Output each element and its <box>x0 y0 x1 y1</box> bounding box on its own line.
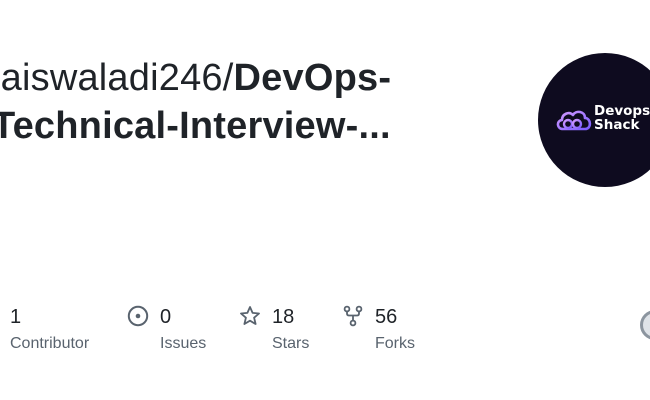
stat-issues[interactable]: 0 Issues <box>127 300 237 360</box>
repo-logo: Devops Shack <box>538 53 650 187</box>
forks-count: 56 <box>375 306 398 328</box>
repo-forked-icon <box>343 305 363 327</box>
stat-forks[interactable]: 56 Forks <box>342 300 452 360</box>
forks-label: Forks <box>375 335 415 352</box>
repo-name-part-2[interactable]: Technical-Interview-... <box>0 102 512 150</box>
repo-title[interactable]: jaiswaladi246/DevOps- Technical-Intervie… <box>0 54 512 150</box>
contributors-label: Contributor <box>10 335 90 352</box>
stat-contributors[interactable]: 1 Contributor <box>10 300 120 360</box>
stat-stars[interactable]: 18 Stars <box>239 300 349 360</box>
repo-owner[interactable]: jaiswaladi246/ <box>0 57 234 99</box>
stars-count: 18 <box>272 306 295 328</box>
stars-label: Stars <box>272 335 310 352</box>
logo-text-line-2: Shack <box>594 117 640 133</box>
star-icon <box>240 306 260 325</box>
repo-title-line-1: jaiswaladi246/DevOps- <box>0 54 512 102</box>
issue-opened-icon <box>127 305 149 327</box>
issues-label: Issues <box>160 335 207 352</box>
contributors-count: 1 <box>10 306 22 328</box>
repo-name-part-1[interactable]: DevOps- <box>234 57 392 99</box>
repo-stats: 1 Contributor 0 Issues 18 Stars 56 Forks <box>0 300 650 360</box>
issues-count: 0 <box>160 306 172 328</box>
cloud-logo-icon <box>556 110 592 131</box>
logo-text: Devops Shack <box>594 104 650 132</box>
